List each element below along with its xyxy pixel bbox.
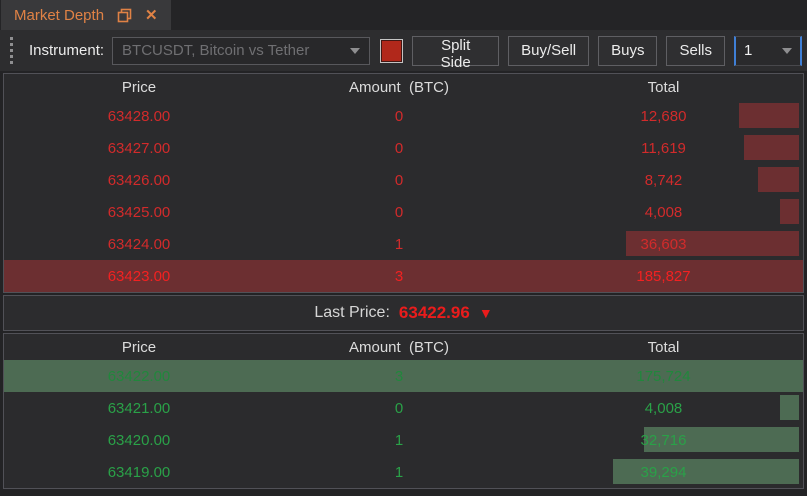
buy-total: 39,294 [524, 464, 803, 481]
last-price-value: 63422.96 [399, 303, 470, 323]
drag-handle[interactable] [5, 37, 19, 64]
instrument-label: Instrument: [29, 42, 104, 59]
buy-price: 63422.00 [4, 368, 274, 385]
sell-amount: 0 [274, 140, 524, 157]
buy-sell-button[interactable]: Buy/Sell [508, 36, 589, 66]
sell-amount: 0 [274, 172, 524, 189]
column-header-total: Total [524, 339, 803, 356]
sell-price: 63425.00 [4, 204, 274, 221]
depth-level-combobox[interactable]: 1 [734, 36, 802, 66]
buy-amount: 1 [274, 464, 524, 481]
sell-total: 4,008 [524, 204, 803, 221]
instrument-combobox[interactable]: BTCUSDT, Bitcoin vs Tether [112, 37, 370, 65]
sell-total: 185,827 [524, 268, 803, 285]
buy-price: 63419.00 [4, 464, 274, 481]
float-window-icon[interactable] [117, 8, 132, 23]
sell-amount: 0 [274, 108, 524, 125]
sell-total: 36,603 [524, 236, 803, 253]
sell-price: 63426.00 [4, 172, 274, 189]
sell-total: 12,680 [524, 108, 803, 125]
price-down-icon: ▼ [479, 305, 493, 321]
buy-row[interactable]: 63421.0004,008 [4, 392, 803, 424]
tab-title: Market Depth [14, 7, 104, 24]
sell-amount: 0 [274, 204, 524, 221]
sell-row[interactable]: 63423.003185,827 [4, 260, 803, 292]
sell-price: 63427.00 [4, 140, 274, 157]
sells-button[interactable]: Sells [666, 36, 725, 66]
sell-row[interactable]: 63428.00012,680 [4, 100, 803, 132]
column-header-amount: Amount (BTC) [274, 79, 524, 96]
color-swatch-button[interactable] [380, 39, 403, 63]
column-header-price: Price [4, 339, 274, 356]
chevron-down-icon [782, 48, 792, 54]
sell-price: 63423.00 [4, 268, 274, 285]
buy-table-header: Price Amount (BTC) Total [4, 334, 803, 360]
buy-total: 4,008 [524, 400, 803, 417]
split-side-button[interactable]: Split Side [412, 36, 499, 66]
buy-price: 63421.00 [4, 400, 274, 417]
tab-market-depth[interactable]: Market Depth ✕ [1, 0, 171, 30]
sell-amount: 1 [274, 236, 524, 253]
sell-price: 63424.00 [4, 236, 274, 253]
buy-row[interactable]: 63419.00139,294 [4, 456, 803, 488]
sell-price: 63428.00 [4, 108, 274, 125]
sell-total: 8,742 [524, 172, 803, 189]
chevron-down-icon [350, 48, 360, 54]
buy-row[interactable]: 63420.00132,716 [4, 424, 803, 456]
sell-row[interactable]: 63426.0008,742 [4, 164, 803, 196]
buy-amount: 0 [274, 400, 524, 417]
buy-row[interactable]: 63422.003175,724 [4, 360, 803, 392]
sell-amount: 3 [274, 268, 524, 285]
sell-table-header: Price Amount (BTC) Total [4, 74, 803, 100]
buys-button[interactable]: Buys [598, 36, 657, 66]
buy-panel: Price Amount (BTC) Total 63422.003175,72… [3, 333, 804, 489]
buy-price: 63420.00 [4, 432, 274, 449]
buy-amount: 1 [274, 432, 524, 449]
sell-row[interactable]: 63427.00011,619 [4, 132, 803, 164]
last-price-label: Last Price: [314, 304, 390, 322]
column-header-total: Total [524, 79, 803, 96]
buy-amount: 3 [274, 368, 524, 385]
sell-row[interactable]: 63424.00136,603 [4, 228, 803, 260]
buy-total: 175,724 [524, 368, 803, 385]
sell-total: 11,619 [524, 140, 803, 157]
sell-panel: Price Amount (BTC) Total 63428.00012,680… [3, 73, 804, 293]
close-icon[interactable]: ✕ [145, 8, 158, 23]
toolbar: Instrument: BTCUSDT, Bitcoin vs Tether S… [0, 30, 807, 71]
tab-bar: Market Depth ✕ [0, 0, 807, 30]
sell-rows: 63428.00012,68063427.00011,61963426.0008… [4, 100, 803, 292]
buy-total: 32,716 [524, 432, 803, 449]
column-header-price: Price [4, 79, 274, 96]
instrument-value: BTCUSDT, Bitcoin vs Tether [122, 42, 344, 59]
depth-level-value: 1 [744, 42, 776, 59]
sell-row[interactable]: 63425.0004,008 [4, 196, 803, 228]
last-price-strip: Last Price: 63422.96 ▼ [3, 295, 804, 331]
column-header-amount: Amount (BTC) [274, 339, 524, 356]
buy-rows: 63422.003175,72463421.0004,00863420.0013… [4, 360, 803, 488]
